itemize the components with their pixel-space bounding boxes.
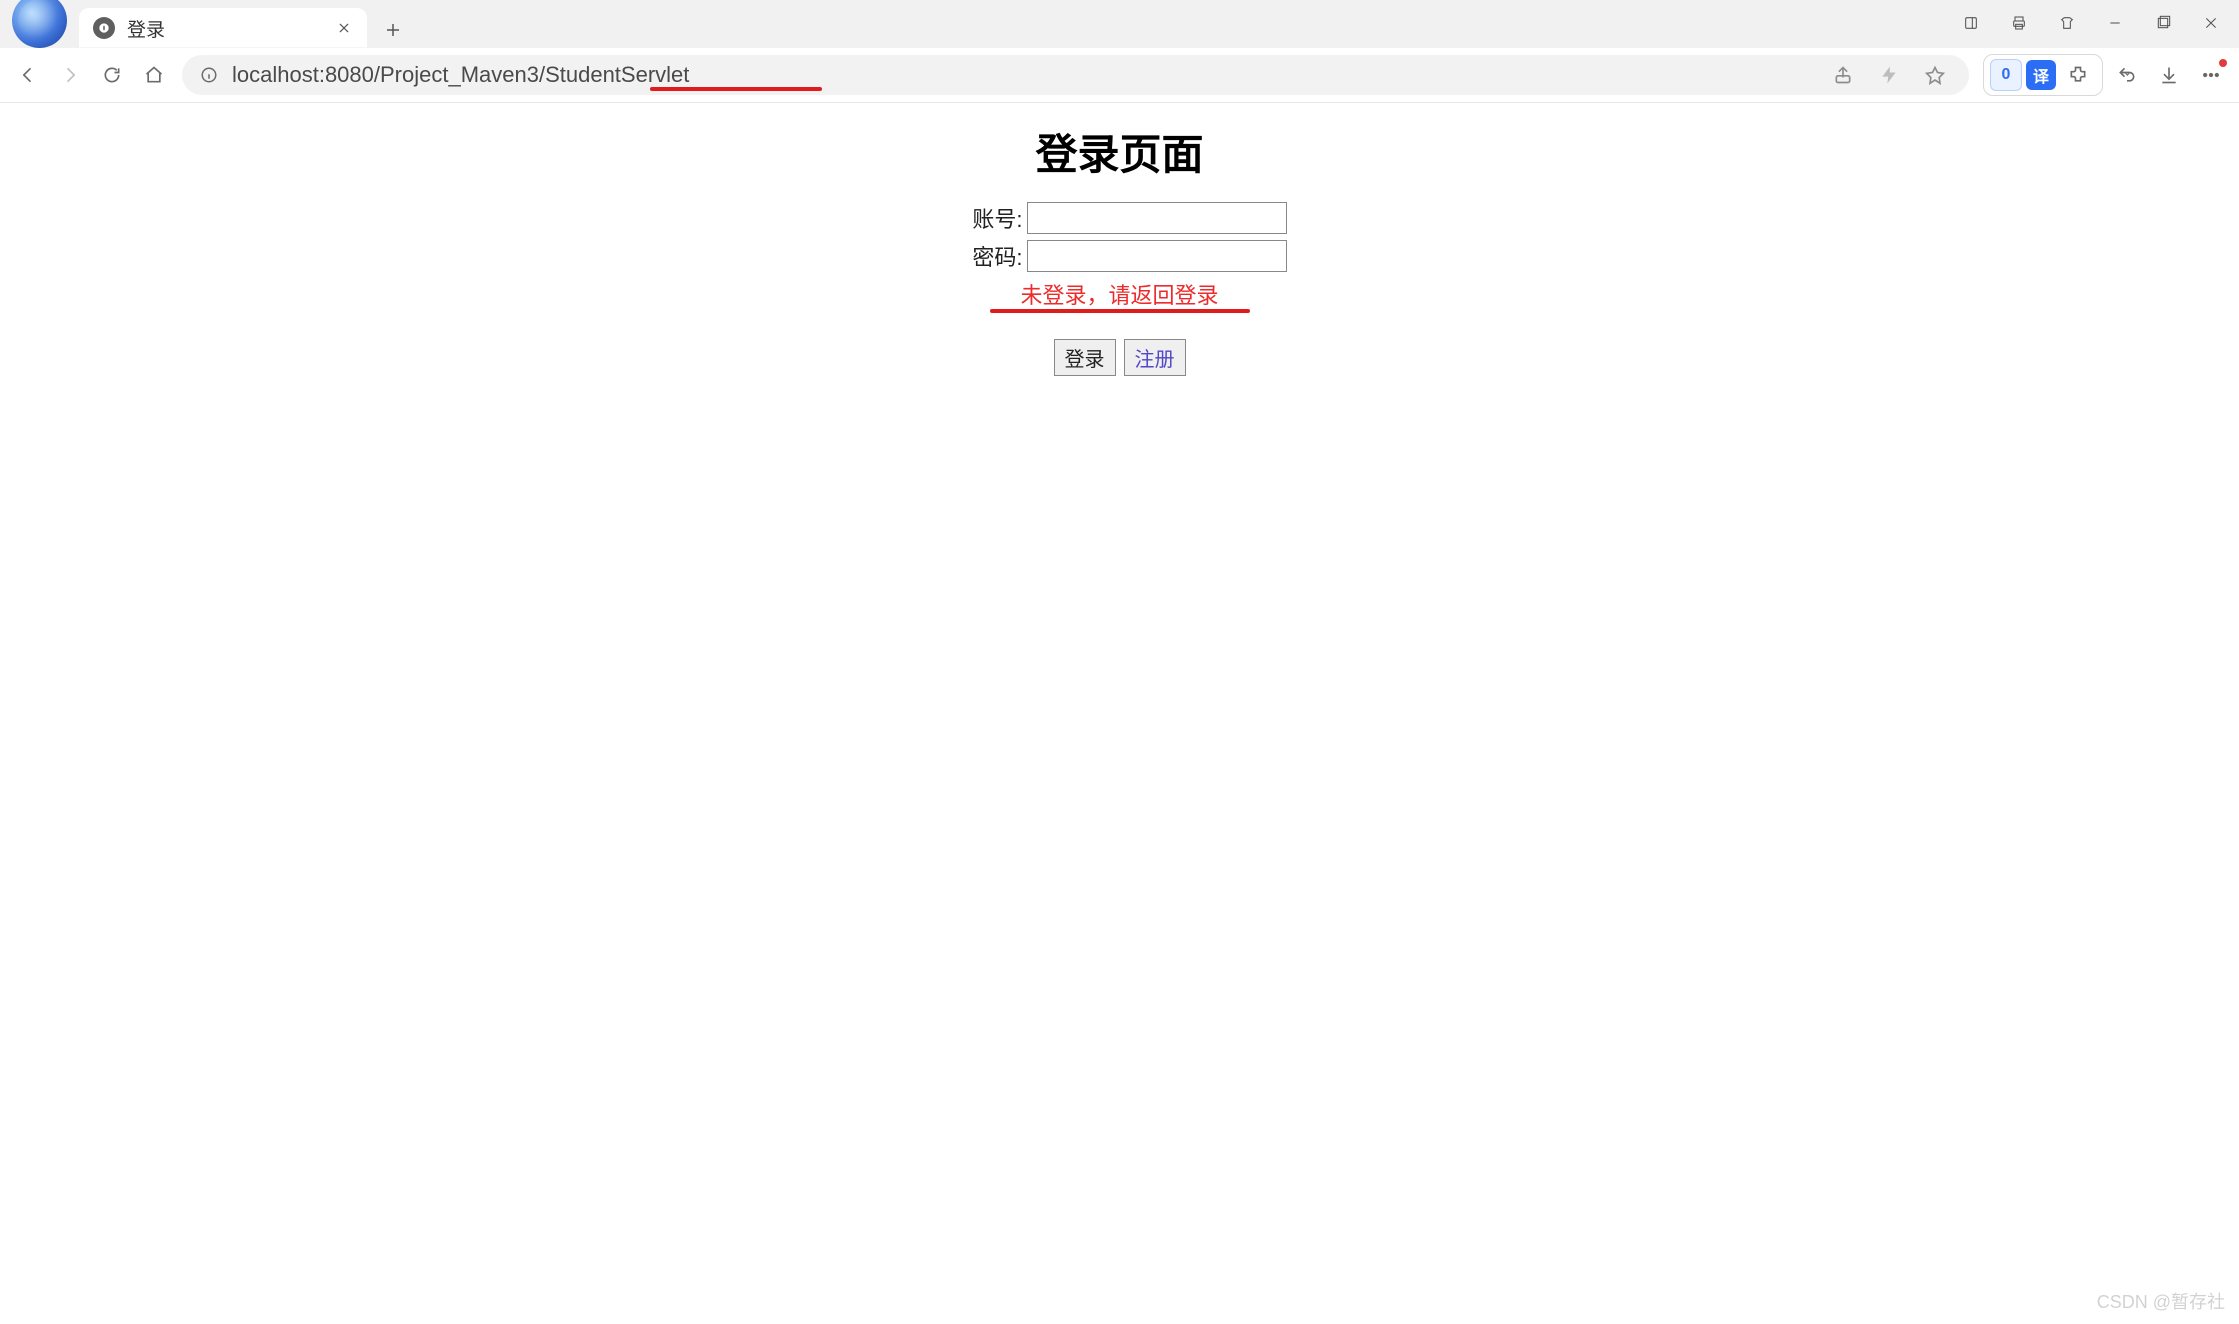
- address-bar-actions: [1825, 57, 1953, 93]
- password-row: 密码:: [953, 240, 1287, 272]
- minimize-icon[interactable]: [2093, 6, 2137, 40]
- extension-zero-icon[interactable]: 0: [1990, 59, 2022, 91]
- username-input[interactable]: [1027, 202, 1287, 234]
- more-menu-icon[interactable]: [2193, 57, 2229, 93]
- page-viewport: 登录页面 账号: 密码: 未登录，请返回登录 登录 注册: [0, 103, 2239, 376]
- window-controls: [1949, 6, 2233, 40]
- tab-title: 登录: [127, 15, 335, 42]
- extension-box: 0 译: [1983, 54, 2103, 96]
- button-row: 登录 注册: [953, 339, 1287, 376]
- error-message: 未登录，请返回登录: [953, 278, 1287, 310]
- username-label: 账号:: [953, 202, 1023, 234]
- login-page: 登录页面 账号: 密码: 未登录，请返回登录 登录 注册: [0, 103, 2239, 376]
- extension-translate-icon[interactable]: 译: [2026, 60, 2056, 90]
- register-button[interactable]: 注册: [1124, 339, 1186, 376]
- toolbar: localhost:8080/Project_Maven3/StudentSer…: [0, 48, 2239, 103]
- print-icon[interactable]: [1997, 6, 2041, 40]
- browser-tab[interactable]: 登录: [79, 8, 367, 48]
- login-form: 账号: 密码: 未登录，请返回登录 登录 注册: [953, 202, 1287, 376]
- extensions-puzzle-icon[interactable]: [2060, 57, 2096, 93]
- browser-chrome: 登录 localhost:8080/Project_Maven3/Studen: [0, 0, 2239, 103]
- bolt-icon[interactable]: [1871, 57, 1907, 93]
- address-bar[interactable]: localhost:8080/Project_Maven3/StudentSer…: [182, 55, 1969, 95]
- share-icon[interactable]: [1825, 57, 1861, 93]
- undo-dropdown-icon[interactable]: [2109, 57, 2145, 93]
- back-button[interactable]: [10, 57, 46, 93]
- panel-icon[interactable]: [1949, 6, 1993, 40]
- new-tab-button[interactable]: [375, 12, 411, 48]
- username-row: 账号:: [953, 202, 1287, 234]
- tab-close-icon[interactable]: [335, 19, 353, 37]
- profile-avatar[interactable]: [12, 0, 67, 48]
- page-title: 登录页面: [0, 121, 2239, 182]
- download-icon[interactable]: [2151, 57, 2187, 93]
- login-button[interactable]: 登录: [1054, 339, 1116, 376]
- reload-button[interactable]: [94, 57, 130, 93]
- site-info-icon[interactable]: [198, 64, 220, 86]
- tab-favicon-icon: [93, 17, 115, 39]
- maximize-icon[interactable]: [2141, 6, 2185, 40]
- forward-button[interactable]: [52, 57, 88, 93]
- extension-shirt-icon[interactable]: [2045, 6, 2089, 40]
- url-text: localhost:8080/Project_Maven3/StudentSer…: [232, 62, 689, 88]
- home-button[interactable]: [136, 57, 172, 93]
- password-input[interactable]: [1027, 240, 1287, 272]
- url-annotation-underline: [650, 87, 822, 91]
- password-label: 密码:: [953, 240, 1023, 272]
- watermark: CSDN @暂存社: [2097, 1288, 2225, 1314]
- tab-strip: 登录: [0, 0, 2239, 48]
- bookmark-star-icon[interactable]: [1917, 57, 1953, 93]
- window-close-icon[interactable]: [2189, 6, 2233, 40]
